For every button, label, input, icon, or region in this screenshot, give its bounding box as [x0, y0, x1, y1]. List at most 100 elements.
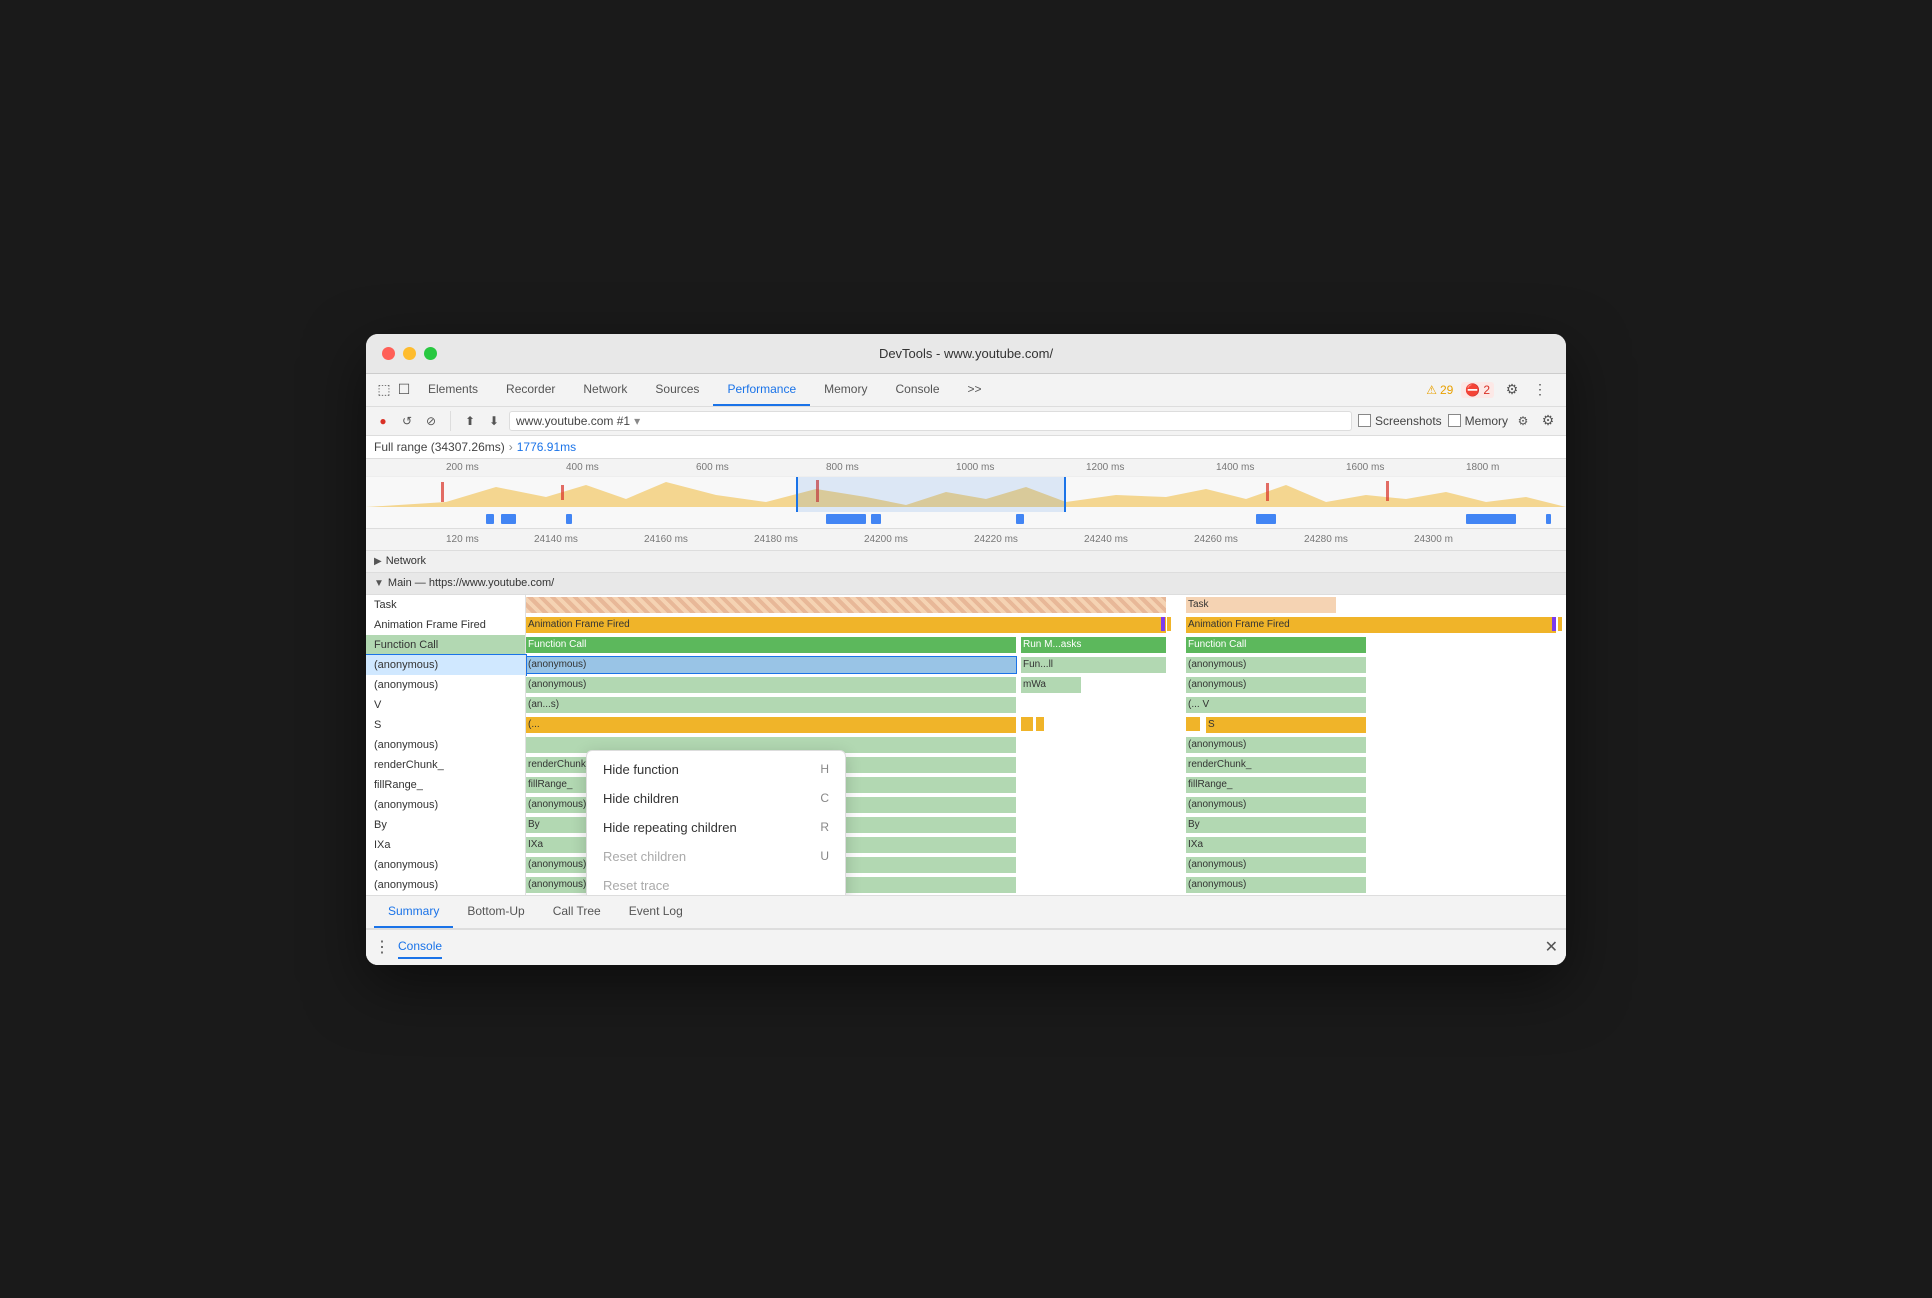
tab-event-log[interactable]: Event Log	[615, 896, 697, 928]
function-bar-mid: Run M...asks	[1021, 637, 1166, 653]
flame-row-task[interactable]: Task Task Task	[366, 595, 1566, 615]
row-label-anon-5: (anonymous)	[366, 855, 526, 875]
flame-row-render[interactable]: renderChunk_ renderChunk_ renderChunk_ r…	[366, 755, 1566, 775]
more-icon[interactable]: ⋮	[1530, 380, 1550, 400]
console-close-button[interactable]: ✕	[1545, 937, 1558, 957]
row-label-anon-6: (anonymous)	[366, 875, 526, 895]
tab-console[interactable]: Console	[881, 374, 953, 406]
flame-row-s[interactable]: S (... S S	[366, 715, 1566, 735]
error-badge[interactable]: ⛔ 2	[1461, 382, 1494, 398]
timeline-overview[interactable]: CPU NET 200 ms 400 ms 600 ms 800 ms 1000…	[366, 459, 1566, 529]
s-bar-left: (...	[526, 717, 1016, 733]
flame-row-anon-3[interactable]: (anonymous) (anonymous) (ano...ous)	[366, 735, 1566, 755]
anon2-bar-left: (anonymous)	[526, 677, 1016, 693]
flame-row-anon-5[interactable]: (anonymous) (anonymous) (anonymous) (ano…	[366, 855, 1566, 875]
detail-24220: 24220 ms	[974, 534, 1018, 545]
menu-hide-children-shortcut: C	[820, 791, 829, 805]
cursor-icon[interactable]: ⬚	[374, 380, 394, 400]
tab-performance[interactable]: Performance	[713, 374, 810, 406]
console-dots-icon[interactable]: ⋮	[374, 937, 390, 957]
settings-icon[interactable]: ⚙	[1502, 380, 1522, 400]
flame-row-anon-1[interactable]: (anonymous) (anonymous) Fun...ll (anonym…	[366, 655, 1566, 675]
flame-row-anon-4[interactable]: (anonymous) (anonymous) (anonymous) (ano…	[366, 795, 1566, 815]
screenshots-checkbox[interactable]	[1358, 414, 1371, 427]
detail-24240: 24240 ms	[1084, 534, 1128, 545]
menu-reset-trace-label: Reset trace	[603, 878, 669, 893]
row-label-task: Task	[366, 595, 526, 615]
anon6-bar-right: (anonymous)	[1186, 877, 1366, 893]
download-button[interactable]: ⬇	[485, 412, 503, 430]
memory-checkbox-group: Memory	[1448, 414, 1508, 428]
ruler-200: 200 ms	[446, 462, 479, 473]
upload-button[interactable]: ⬆	[461, 412, 479, 430]
right-settings-icon[interactable]: ⚙	[1538, 411, 1558, 431]
warn-count: 29	[1440, 383, 1453, 397]
small-block-3	[1552, 617, 1556, 631]
menu-hide-children-label: Hide children	[603, 791, 679, 806]
tab-recorder[interactable]: Recorder	[492, 374, 569, 406]
row-label-v: V	[366, 695, 526, 715]
capture-settings-icon[interactable]: ⚙	[1514, 412, 1532, 430]
row-content-animation: Animation Frame Fired Animation Frame Fi…	[526, 615, 1566, 635]
menu-hide-repeating[interactable]: Hide repeating children R	[587, 813, 845, 842]
tab-memory[interactable]: Memory	[810, 374, 881, 406]
network-section-header[interactable]: ▶ Network	[366, 551, 1566, 573]
function-bar-right: Function Call	[1186, 637, 1366, 653]
tab-sources[interactable]: Sources	[641, 374, 713, 406]
tab-call-tree[interactable]: Call Tree	[539, 896, 615, 928]
ixa-bar-right: IXa	[1186, 837, 1366, 853]
record-button[interactable]: ●	[374, 412, 392, 430]
range-bar: Full range (34307.26ms) › 1776.91ms	[366, 436, 1566, 459]
warning-badge[interactable]: ⚠ 29	[1426, 383, 1453, 397]
main-section-label: Main — https://www.youtube.com/	[388, 577, 554, 589]
fill-bar-right: fillRange_	[1186, 777, 1366, 793]
flame-row-v[interactable]: V (an...s) (... V V	[366, 695, 1566, 715]
flame-row-anon-2[interactable]: (anonymous) (anonymous) mWa (anonymous) …	[366, 675, 1566, 695]
memory-checkbox[interactable]	[1448, 414, 1461, 427]
tab-bottom-up[interactable]: Bottom-Up	[453, 896, 538, 928]
close-button[interactable]	[382, 347, 395, 360]
row-label-function: Function Call	[366, 635, 526, 655]
tab-network[interactable]: Network	[569, 374, 641, 406]
anon-bar-right: (anonymous)	[1186, 657, 1366, 673]
url-value: www.youtube.com #1	[516, 414, 630, 428]
menu-reset-children: Reset children U	[587, 842, 845, 871]
menu-reset-trace: Reset trace	[587, 871, 845, 895]
console-tab[interactable]: Console	[398, 935, 442, 959]
anon3-bar-right: (anonymous)	[1186, 737, 1366, 753]
refresh-button[interactable]: ↺	[398, 412, 416, 430]
ruler-1400: 1400 ms	[1216, 462, 1254, 473]
url-dropdown-icon[interactable]: ▾	[634, 414, 640, 428]
animation-bar-left: Animation Frame Fired	[526, 617, 1166, 633]
flame-row-by[interactable]: By By By By	[366, 815, 1566, 835]
window-controls[interactable]	[382, 347, 437, 360]
main-section-header[interactable]: ▼ Main — https://www.youtube.com/	[366, 573, 1566, 595]
menu-hide-children[interactable]: Hide children C	[587, 784, 845, 813]
ruler-800: 800 ms	[826, 462, 859, 473]
maximize-button[interactable]	[424, 347, 437, 360]
tab-elements[interactable]: Elements	[414, 374, 492, 406]
render-bar-right: renderChunk_	[1186, 757, 1366, 773]
device-icon[interactable]: ☐	[394, 380, 414, 400]
url-selector[interactable]: www.youtube.com #1 ▾	[509, 411, 1352, 431]
main-collapse-arrow: ▼	[374, 578, 384, 589]
v-bar-right: (... V	[1186, 697, 1366, 713]
detail-ruler: 120 ms 24140 ms 24160 ms 24180 ms 24200 …	[366, 529, 1566, 551]
cancel-button[interactable]: ⊘	[422, 412, 440, 430]
flame-row-animation[interactable]: Animation Frame Fired Animation Frame Fi…	[366, 615, 1566, 635]
minimize-button[interactable]	[403, 347, 416, 360]
flame-row-ixa[interactable]: IXa IXa IXa IXa	[366, 835, 1566, 855]
tab-summary[interactable]: Summary	[374, 896, 453, 928]
flame-row-function[interactable]: Function Call Function Call Run M...asks…	[366, 635, 1566, 655]
row-content-task: Task Task	[526, 595, 1566, 615]
flame-row-anon-6[interactable]: (anonymous) (anonymous) (anonymous) (ano…	[366, 875, 1566, 895]
err-count: 2	[1483, 383, 1490, 397]
window-title: DevTools - www.youtube.com/	[879, 346, 1053, 361]
flame-row-fill[interactable]: fillRange_ fillRange_ fillRange_ fillRan…	[366, 775, 1566, 795]
tab-more[interactable]: >>	[954, 374, 996, 406]
menu-reset-children-label: Reset children	[603, 849, 686, 864]
ruler-1000: 1000 ms	[956, 462, 994, 473]
menu-hide-function[interactable]: Hide function H	[587, 755, 845, 784]
row-label-ixa: IXa	[366, 835, 526, 855]
bottom-tabs-bar: Summary Bottom-Up Call Tree Event Log	[366, 895, 1566, 929]
